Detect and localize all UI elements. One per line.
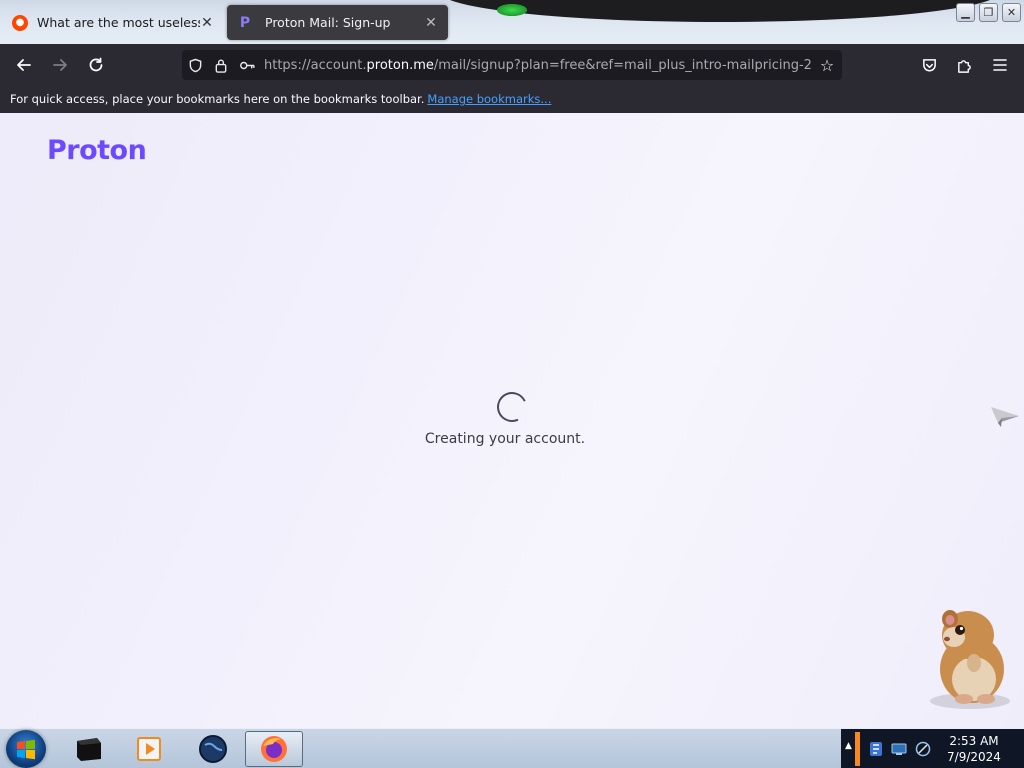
tab-title: Proton Mail: Sign-up xyxy=(265,15,391,30)
wallpaper-green-accent xyxy=(497,4,527,16)
navigation-bar: https://account.proton.me/mail/signup?pl… xyxy=(0,44,1024,85)
terminal-icon xyxy=(77,738,101,761)
monitor-icon[interactable] xyxy=(891,741,907,757)
paper-plane-icon xyxy=(991,407,1019,427)
reload-icon xyxy=(89,57,103,72)
hamster-mascot-icon xyxy=(930,610,1010,709)
arrow-right-icon xyxy=(53,59,67,71)
globe-icon xyxy=(199,735,227,763)
taskbar-app-globe[interactable] xyxy=(184,731,242,767)
status-message: Creating your account. xyxy=(424,431,586,447)
url-prefix: https://account. xyxy=(264,57,367,73)
clock-date: 7/9/2024 xyxy=(947,750,1001,764)
arrow-left-icon xyxy=(17,59,31,71)
taskbar-app-firefox[interactable] xyxy=(245,731,303,767)
minimize-button[interactable]: ▁ xyxy=(956,3,975,22)
show-hidden-icons-icon[interactable]: ▲ xyxy=(845,741,852,751)
url-path: /mail/signup?plan=free&ref=mail_plus_int… xyxy=(433,57,812,73)
url-text[interactable]: https://account.proton.me/mail/signup?pl… xyxy=(260,58,812,73)
proton-icon: P xyxy=(239,14,251,31)
windows-logo-icon xyxy=(17,739,35,760)
tray-divider xyxy=(855,732,860,766)
close-tab-icon[interactable]: ✕ xyxy=(200,15,214,31)
system-clock[interactable]: 2:53 AM 7/9/2024 xyxy=(929,733,1019,765)
start-button[interactable] xyxy=(6,730,46,768)
tab-reddit[interactable]: ● What are the most useless / fun ✕ xyxy=(2,5,224,40)
manage-bookmarks-link[interactable]: Manage bookmarks... xyxy=(427,92,551,106)
url-domain: proton.me xyxy=(366,57,434,73)
bookmarks-hint: For quick access, place your bookmarks h… xyxy=(10,92,425,106)
proton-logo[interactable]: Proton xyxy=(47,135,147,166)
lock-icon[interactable] xyxy=(208,50,234,80)
maximize-button[interactable]: ❐ xyxy=(979,3,998,22)
shield-icon[interactable] xyxy=(182,50,208,80)
address-bar[interactable]: https://account.proton.me/mail/signup?pl… xyxy=(182,50,842,80)
pocket-icon[interactable] xyxy=(916,52,942,78)
extensions-icon[interactable] xyxy=(951,52,977,78)
taskbar-app-terminal[interactable] xyxy=(60,731,118,767)
close-tab-icon[interactable]: ✕ xyxy=(424,15,438,31)
page-content: Proton Creating your account. xyxy=(0,113,1024,728)
firefox-icon xyxy=(261,736,287,762)
bookmarks-toolbar: For quick access, place your bookmarks h… xyxy=(0,85,1024,113)
key-icon[interactable] xyxy=(234,50,260,80)
hamburger-menu-icon[interactable] xyxy=(987,52,1013,78)
media-player-icon xyxy=(137,737,161,761)
system-tray: ▲ 2:53 AM 7/9/2024 xyxy=(841,729,1024,768)
tab-title: What are the most useless / fun xyxy=(37,15,200,30)
close-window-button[interactable]: ✕ xyxy=(1002,3,1021,22)
title-bar: ● What are the most useless / fun ✕ P Pr… xyxy=(0,0,1024,44)
taskbar: ▲ 2:53 AM 7/9/2024 xyxy=(0,728,1024,768)
taskbar-app-media-player[interactable] xyxy=(120,731,178,767)
loading-spinner-icon xyxy=(492,387,532,427)
reddit-icon: ● xyxy=(12,14,28,31)
clock-time: 2:53 AM xyxy=(949,734,999,748)
tray-app-icon[interactable] xyxy=(868,741,884,757)
tab-proton-signup[interactable]: P Proton Mail: Sign-up ✕ xyxy=(227,5,448,40)
forward-button[interactable] xyxy=(47,52,73,78)
bookmark-star-icon[interactable]: ☆ xyxy=(812,50,842,80)
reload-button[interactable] xyxy=(83,52,109,78)
back-button[interactable] xyxy=(11,52,37,78)
